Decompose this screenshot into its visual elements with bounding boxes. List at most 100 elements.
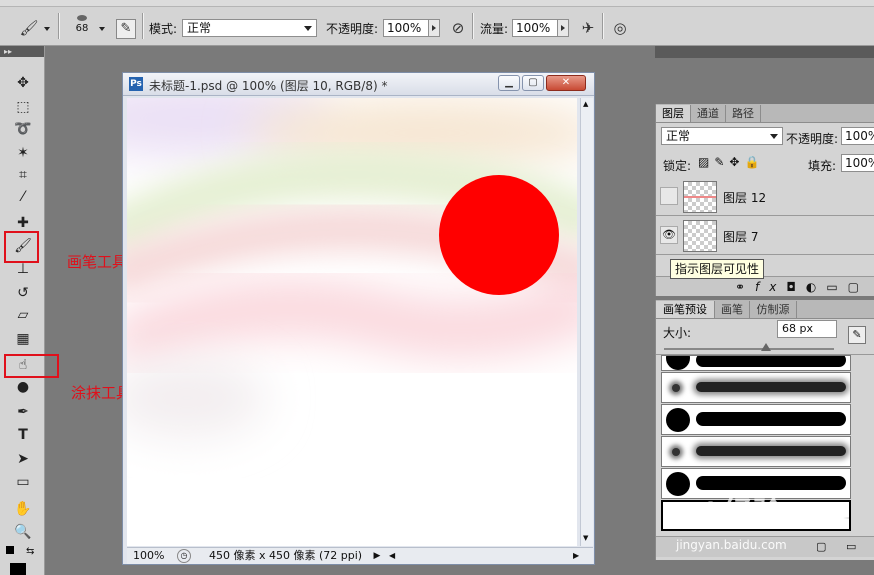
blend-mode-value: 正常 [666,129,691,143]
eyedropper-tool-icon[interactable]: ⁄ [12,186,34,208]
brush-size-value: 68 [75,23,89,34]
airbrush-pressure-icon[interactable]: ⊘ [447,17,469,39]
canvas[interactable] [127,98,577,546]
tab-brush-presets[interactable]: 画笔预设 [656,301,715,318]
zoom-tool-icon[interactable]: 🔍 [12,521,34,543]
status-bar: 100% ◷ 450 像素 x 450 像素 (72 ppi) ▶ ◀ ▶ [127,547,593,564]
brush-tool-annotation: 画笔工具 [67,253,128,271]
lasso-tool-icon[interactable]: ➰ [12,118,34,140]
layer-row[interactable]: 👁 图层 7 [656,216,874,255]
scroll-down-icon[interactable]: ▼ [583,534,588,542]
dodge-tool-icon[interactable]: ● [12,376,34,398]
scroll-left-icon[interactable]: ◀ [389,548,395,564]
eraser-tool-icon[interactable]: ▱ [12,304,34,326]
move-tool-icon[interactable]: ✥ [12,72,34,94]
layers-panel-tabs: 图层 通道 路径 [656,104,874,123]
maximize-button[interactable]: ▢ [522,75,544,91]
close-button[interactable]: ✕ [546,75,586,91]
adjustment-icon[interactable]: ◐ [806,280,826,294]
fx-icon[interactable]: fx [755,280,786,294]
status-info-icon[interactable]: ◷ [177,549,191,563]
tab-clone-source[interactable]: 仿制源 [750,301,797,318]
history-brush-tool-icon[interactable]: ↺ [12,282,34,304]
brush-stroke-preview [696,412,846,426]
status-menu-arrow-icon[interactable]: ▶ [370,548,384,564]
swap-colors-icon[interactable]: ⇆ [26,546,34,557]
brush-preset-row[interactable] [661,436,851,467]
vertical-scrollbar[interactable]: ▲ ▼ [580,98,593,546]
chevron-down-icon [304,26,312,31]
opacity-input[interactable]: 100% [383,19,431,37]
options-bar: 🖌 68 ✎ 模式: 正常 不透明度: 100% ⊘ 流量: 100% ✈ ◎ [0,7,874,46]
hand-tool-icon[interactable]: ✋ [12,498,34,520]
fill-input[interactable]: 100% [841,154,874,172]
lock-icons[interactable]: ▨✎✥🔒 [698,155,764,169]
layer-opacity-label: 不透明度: [786,132,839,146]
blend-mode-select[interactable]: 正常 [661,127,783,145]
crop-tool-icon[interactable]: ⌗ [12,164,34,186]
brush-panel-tabs: 画笔预设 画笔 仿制源 [656,300,874,319]
document-window: Ps 未标题-1.psd @ 100% (图层 10, RGB/8) * ▁ ▢… [122,72,595,565]
brush-size-picker[interactable]: 68 [70,15,94,34]
gradient-tool-icon[interactable]: ▦ [12,328,34,350]
airbrush-icon[interactable]: ✈ [577,17,599,39]
document-title-bar[interactable]: Ps 未标题-1.psd @ 100% (图层 10, RGB/8) * ▁ ▢… [123,73,594,96]
brush-stroke-preview [696,382,846,392]
tab-brush[interactable]: 画笔 [715,301,750,318]
size-slider-thumb[interactable] [761,343,771,351]
eye-icon[interactable]: 👁 [660,226,678,244]
tab-channels[interactable]: 通道 [691,105,726,122]
layer-name[interactable]: 图层 7 [723,228,758,245]
opacity-label: 不透明度: [326,22,379,36]
chevron-down-icon[interactable] [44,27,50,31]
size-label: 大小: [663,326,692,340]
tab-layers[interactable]: 图层 [656,105,691,122]
layer-visibility-toggle[interactable] [660,187,678,205]
toolbox-collapse[interactable]: ▸▸ [0,46,44,57]
scroll-up-icon[interactable]: ▲ [583,100,588,108]
foreground-color-swatch[interactable] [10,563,26,575]
brush-panel-toggle-icon[interactable]: ✎ [116,19,136,39]
link-layers-icon[interactable]: ⚭ [735,280,755,294]
canvas-artwork [127,98,577,546]
lock-label: 锁定: [663,159,692,173]
tab-paths[interactable]: 路径 [726,105,761,122]
marquee-tool-icon[interactable]: ⬚ [12,96,34,118]
brush-preset-icon[interactable]: 🖌 [18,17,40,39]
pressure-size-icon[interactable]: ◎ [609,17,631,39]
layer-name[interactable]: 图层 12 [723,189,766,206]
zoom-level[interactable]: 100% [133,548,164,564]
minimize-button[interactable]: ▁ [498,75,520,91]
brush-preset-row[interactable] [661,355,851,371]
new-layer-icon[interactable]: ▢ [848,280,869,294]
magic-wand-tool-icon[interactable]: ✶ [12,142,34,164]
layer-row[interactable]: 图层 12 [656,177,874,216]
mask-icon[interactable]: ◘ [786,280,806,294]
photoshop-icon: Ps [129,77,143,91]
brush-tip-preview [666,408,690,432]
shape-tool-icon[interactable]: ▭ [12,471,34,493]
new-brush-icon[interactable]: ▢ [816,540,826,553]
brush-preset-row[interactable] [661,404,851,435]
size-slider-track[interactable] [664,348,834,350]
brush-preset-row[interactable] [661,372,851,403]
opacity-slider-button[interactable] [428,19,440,37]
mode-select[interactable]: 正常 [182,19,317,37]
separator [602,13,604,39]
panel-dock-header [655,46,874,58]
pen-tool-icon[interactable]: ✒ [12,401,34,423]
flow-input[interactable]: 100% [512,19,560,37]
mode-value: 正常 [187,21,212,35]
delete-brush-icon[interactable]: ▭ [846,540,856,553]
path-selection-tool-icon[interactable]: ➤ [12,448,34,470]
reset-size-icon[interactable]: ✎ [848,326,866,344]
folder-icon[interactable]: ▭ [826,280,847,294]
layer-thumbnail [683,181,717,213]
flow-slider-button[interactable] [557,19,569,37]
brush-size-input[interactable]: 68 px [777,320,837,338]
chevron-down-icon[interactable] [99,27,105,31]
layer-opacity-input[interactable]: 100% [841,127,874,145]
scroll-right-icon[interactable]: ▶ [573,548,579,564]
type-tool-icon[interactable]: T [12,424,34,446]
default-colors-icon[interactable] [6,546,14,554]
